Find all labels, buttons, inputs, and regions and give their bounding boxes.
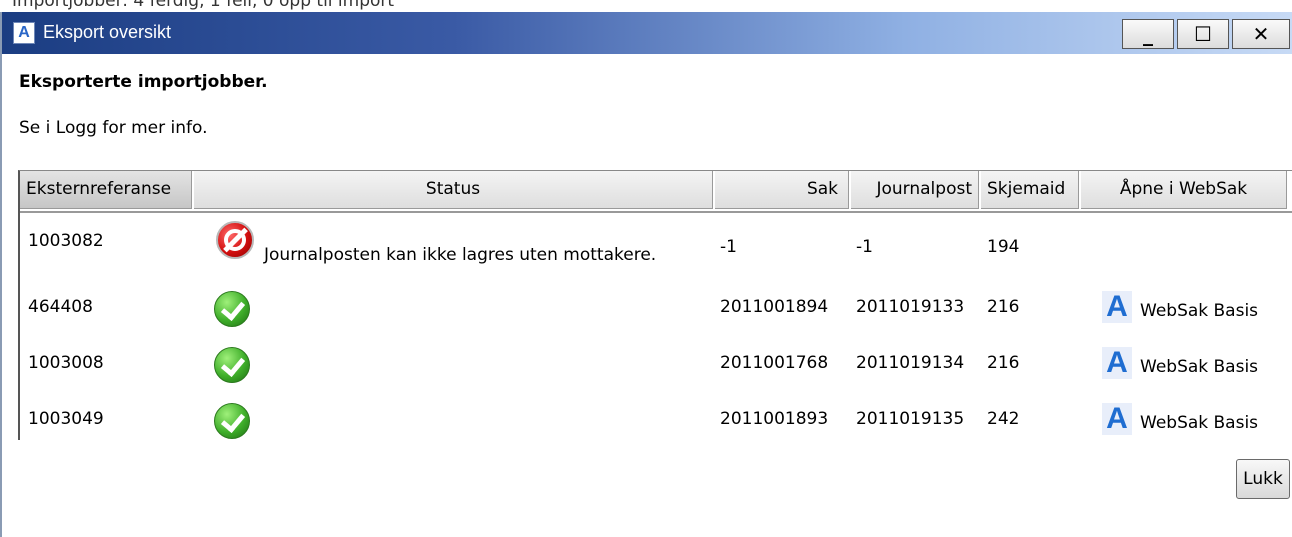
column-header-open-websak[interactable]: Åpne i WebSak (1081, 171, 1287, 209)
skjemaid-cell: 194 (987, 237, 1020, 257)
page-heading: Eksporterte importjobber. (19, 72, 268, 92)
websak-link[interactable]: WebSak Basis (1140, 413, 1258, 433)
check-icon (214, 291, 250, 327)
table-row[interactable]: 1003049 2011001893 2011019135 242 A WebS… (20, 393, 1292, 440)
ext-ref-cell: 1003082 (28, 231, 104, 251)
journalpost-cell: 2011019135 (856, 409, 965, 429)
export-jobs-table: Eksternreferanse Status Sak Journalpost … (18, 170, 1292, 440)
info-text: Se i Logg for mer info. (19, 118, 208, 138)
export-overview-dialog: A Eksport oversikt _ ☐ ✕ Eksporterte imp… (0, 12, 1292, 537)
websak-icon[interactable]: A (1102, 347, 1132, 379)
column-header-status[interactable]: Status (194, 171, 713, 209)
sak-cell: 2011001768 (720, 353, 829, 373)
websak-link[interactable]: WebSak Basis (1140, 301, 1258, 321)
background-window-text: Importjobber: 4 ferdig, 1 feil, 0 opp ti… (0, 0, 1292, 12)
skjemaid-cell: 216 (987, 353, 1020, 373)
maximize-button[interactable]: ☐ (1177, 19, 1229, 49)
column-header-skjemaid[interactable]: Skjemaid (981, 171, 1079, 209)
table-header: Eksternreferanse Status Sak Journalpost … (20, 171, 1292, 213)
column-header-sak[interactable]: Sak (715, 171, 849, 209)
journalpost-cell: 2011019134 (856, 353, 965, 373)
table-row[interactable]: 1003082 Journalposten kan ikke lagres ut… (20, 215, 1292, 271)
ext-ref-cell: 1003008 (28, 353, 104, 373)
check-icon (214, 347, 250, 383)
check-icon (214, 403, 250, 439)
sak-cell: -1 (720, 237, 737, 257)
error-icon (216, 221, 254, 259)
table-row[interactable]: 1003008 2011001768 2011019134 216 A WebS… (20, 337, 1292, 393)
minimize-button[interactable]: _ (1122, 19, 1174, 49)
skjemaid-cell: 216 (987, 297, 1020, 317)
column-header-journalpost[interactable]: Journalpost (851, 171, 979, 209)
column-header-eksternreferanse[interactable]: Eksternreferanse (20, 171, 192, 209)
table-row[interactable]: 464408 2011001894 2011019133 216 A WebSa… (20, 281, 1292, 337)
ext-ref-cell: 464408 (28, 297, 93, 317)
journalpost-cell: -1 (856, 237, 873, 257)
websak-icon[interactable]: A (1102, 403, 1132, 435)
journalpost-cell: 2011019133 (856, 297, 965, 317)
background-window-status: Importjobber: 4 ferdig, 1 feil, 0 opp ti… (12, 0, 395, 11)
title-bar[interactable]: A Eksport oversikt _ ☐ ✕ (2, 12, 1292, 54)
close-window-button[interactable]: ✕ (1232, 19, 1290, 49)
websak-link[interactable]: WebSak Basis (1140, 357, 1258, 377)
sak-cell: 2011001894 (720, 297, 829, 317)
ext-ref-cell: 1003049 (28, 409, 104, 429)
skjemaid-cell: 242 (987, 409, 1020, 429)
status-text-cell: Journalposten kan ikke lagres uten motta… (264, 245, 657, 265)
websak-icon[interactable]: A (1102, 291, 1132, 323)
window-title: Eksport oversikt (43, 22, 172, 42)
close-button[interactable]: Lukk (1236, 459, 1290, 499)
app-icon: A (13, 22, 35, 44)
sak-cell: 2011001893 (720, 409, 829, 429)
